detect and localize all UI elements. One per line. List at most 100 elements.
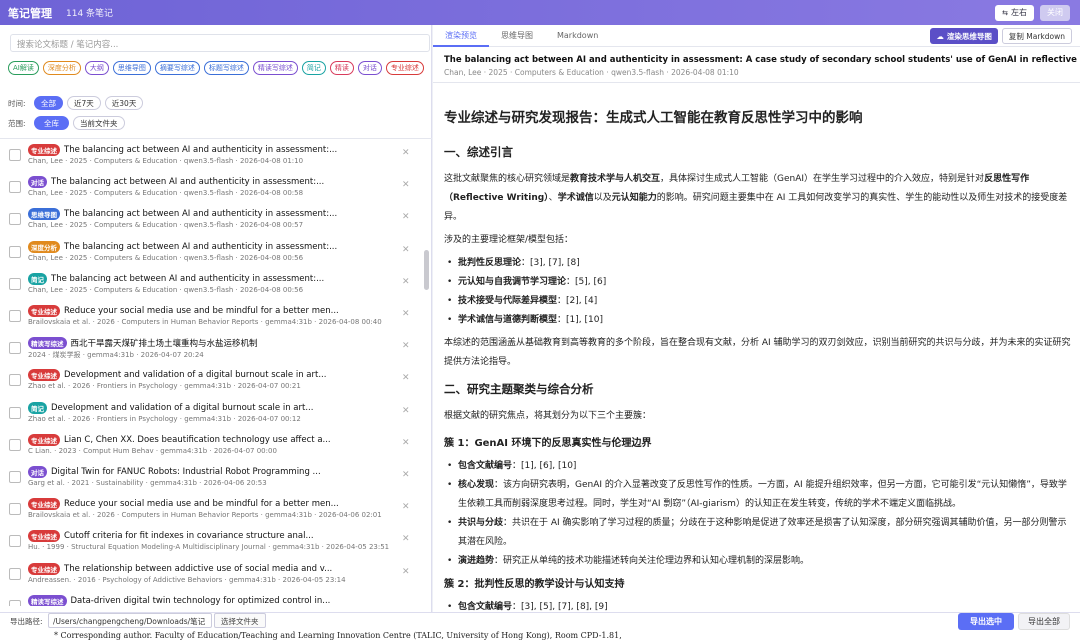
note-checkbox[interactable] — [9, 342, 21, 355]
close-icon[interactable]: ✕ — [402, 406, 410, 416]
tag-filter[interactable]: 精读 — [329, 61, 354, 75]
viewer-scrollbar[interactable] — [1075, 85, 1080, 605]
copy-markdown-button[interactable]: 复制 Markdown — [1001, 28, 1072, 44]
note-row[interactable]: 专业综述 Lian C, Chen XX. Does beautification… — [0, 429, 420, 461]
note-type-badge: 深度分析 — [28, 240, 60, 253]
tag-filter[interactable]: 摘要写综述 — [154, 61, 200, 75]
close-icon[interactable]: ✕ — [402, 341, 410, 351]
app-header: 笔记管理 114 条笔记 ⇆ 左右 关闭 — [0, 0, 1080, 25]
note-checkbox[interactable] — [9, 438, 21, 451]
list-item: 演进趋势：研究正从单纯的技术功能描述转向关注伦理边界和认知心理机制的深层影响。 — [444, 552, 1072, 571]
note-title: Development and validation of a digital … — [51, 402, 314, 413]
tag-filter[interactable]: AI解读 — [8, 61, 39, 75]
note-row[interactable]: 精读写综述 西北干旱露天煤矿排土场土壤重构与水盐运移机制 2024 · 煤炭学报 ·… — [0, 332, 420, 364]
tab-mindmap[interactable]: 思维导图 — [489, 25, 545, 47]
notes-sidebar: 搜索论文标题 / 笔记内容... AI解读 深度分析 大纲 思维导图 摘要写综述 标题写综… — [0, 25, 432, 615]
search-input[interactable]: 搜索论文标题 / 笔记内容... — [10, 34, 430, 52]
layout-toggle-button[interactable]: ⇆ 左右 — [995, 4, 1034, 21]
note-row[interactable]: 专业综述 Reduce your social media use and be … — [0, 493, 420, 525]
note-checkbox[interactable] — [9, 149, 21, 161]
note-title: Data-driven digital twin technology for … — [70, 595, 331, 606]
tag-filter[interactable]: 精读写综述 — [252, 61, 298, 75]
scope-filter-library[interactable]: 全库 — [34, 116, 69, 130]
note-row[interactable]: 思维导图 The balancing act between AI and aut… — [0, 203, 420, 235]
note-viewer: 渲染预览 思维导图 Markdown ☁ 渲染思维导图 复制 Markdown … — [433, 25, 1080, 612]
tag-filter[interactable]: 标题写综述 — [203, 61, 249, 75]
cluster-heading: 簇 2：批判性反思的教学设计与认知支持 — [444, 579, 625, 590]
note-checkbox[interactable] — [9, 599, 21, 606]
close-icon[interactable]: ✕ — [402, 502, 410, 512]
close-icon[interactable]: ✕ — [402, 534, 410, 544]
note-title-line: 专业综述 Reduce your social media use and be … — [28, 305, 339, 317]
note-checkbox[interactable] — [9, 310, 21, 322]
note-checkbox[interactable] — [9, 213, 21, 226]
time-filter: 时间: 全部 近7天 近30天 — [8, 96, 144, 110]
note-row[interactable]: 对话 Digital Twin for FANUC Robots: Industr… — [0, 461, 420, 493]
note-row[interactable]: 简记 The balancing act between AI and authe… — [0, 268, 420, 300]
close-icon[interactable]: ✕ — [402, 245, 410, 255]
note-row[interactable]: 专业综述 Development and validation of a digi… — [0, 364, 420, 396]
note-meta: Chan, Lee · 2025 · Computers & Education… — [28, 253, 304, 262]
close-icon[interactable]: ✕ — [402, 373, 410, 383]
close-icon[interactable]: ✕ — [402, 277, 410, 287]
render-mindmap-button[interactable]: ☁ 渲染思维导图 — [930, 28, 998, 44]
close-icon[interactable]: ✕ — [402, 438, 410, 448]
note-type-badge: 思维导图 — [28, 208, 60, 221]
tag-filter[interactable]: 简记 — [301, 61, 326, 75]
note-row[interactable]: 专业综述 The balancing act between AI and aut… — [0, 139, 420, 171]
choose-folder-button[interactable]: 选择文件夹 — [214, 613, 266, 628]
notes-list-scrollbar[interactable] — [424, 250, 429, 290]
note-row[interactable]: 专业综述 Reduce your social media use and be … — [0, 300, 420, 332]
export-selected-button[interactable]: 导出选中 — [958, 613, 1014, 630]
tag-filter[interactable]: 对话 — [357, 61, 382, 75]
note-checkbox[interactable] — [9, 503, 21, 516]
note-meta: C Lian. · 2023 · Comput Hum Behav · gemm… — [28, 446, 277, 455]
note-title: The balancing act between AI and authent… — [51, 273, 325, 284]
note-row[interactable]: 专业综述 The relationship between addictive u… — [0, 558, 420, 590]
note-checkbox[interactable] — [9, 245, 21, 258]
close-icon[interactable]: ✕ — [402, 180, 410, 190]
note-row[interactable]: 深度分析 The balancing act between AI and aut… — [0, 236, 420, 268]
tab-render-preview[interactable]: 渲染预览 — [433, 25, 489, 47]
close-icon[interactable]: ✕ — [402, 309, 410, 319]
note-title-line: 专业综述 Reduce your social media use and be … — [28, 498, 339, 511]
close-button[interactable]: 关闭 — [1040, 4, 1070, 21]
export-all-button[interactable]: 导出全部 — [1018, 613, 1070, 630]
note-checkbox[interactable] — [9, 277, 21, 290]
note-checkbox[interactable] — [9, 406, 21, 419]
note-title-line: 精读写综述 Data-driven digital twin technology… — [28, 594, 331, 606]
tag-filter[interactable]: 思维导图 — [112, 61, 151, 75]
tag-filter[interactable]: 专业综述 — [385, 61, 424, 75]
note-row[interactable]: 专业综述 Cutoff criteria for fit indexes in c… — [0, 525, 420, 557]
note-checkbox[interactable] — [9, 471, 21, 483]
list-item: 共识与分歧：共识在于 AI 确实影响了学习过程的质量；分歧在于这种影响是促进了效… — [444, 514, 1072, 552]
close-icon[interactable]: ✕ — [402, 567, 410, 577]
note-meta: Zhao et al. · 2026 · Frontiers in Psycho… — [28, 382, 301, 391]
note-row[interactable]: 简记 Development and validation of a digita… — [0, 397, 420, 429]
paragraph: 这批文献聚焦的核心研究领域是教育技术学与人机交互，具体探讨生成式人工智能（Gen… — [444, 174, 1068, 222]
note-row[interactable]: 精读写综述 Data-driven digital twin technology… — [0, 590, 420, 606]
close-icon[interactable]: ✕ — [402, 470, 410, 480]
close-icon[interactable]: ✕ — [402, 212, 410, 222]
tag-filter[interactable]: 深度分析 — [42, 61, 81, 75]
rendered-markdown: 专业综述与研究发现报告：生成式人工智能在教育反思性学习中的影响 一、综述引言 这… — [444, 95, 1072, 612]
list-item: 包含文献编号：[1], [6], [10] — [444, 457, 1072, 476]
close-icon[interactable]: ✕ — [402, 148, 410, 158]
time-filter-7d[interactable]: 近7天 — [67, 96, 101, 110]
note-type-badge: 对话 — [28, 176, 47, 189]
tab-markdown[interactable]: Markdown — [545, 25, 610, 47]
note-title: Cutoff criteria for fit indexes in covar… — [64, 531, 314, 542]
note-meta: Zhao et al. · 2026 · Frontiers in Psycho… — [28, 414, 301, 423]
note-row[interactable]: 对话 The balancing act between AI and authe… — [0, 171, 420, 203]
tag-filter[interactable]: 大纲 — [84, 61, 109, 75]
note-title: Reduce your social media use and be mind… — [64, 499, 339, 510]
note-checkbox[interactable] — [9, 374, 21, 387]
time-filter-30d[interactable]: 近30天 — [104, 96, 144, 110]
note-checkbox[interactable] — [9, 181, 21, 194]
note-checkbox[interactable] — [9, 567, 21, 580]
export-path-field[interactable]: /Users/changpengcheng/Downloads/笔记 — [48, 613, 212, 628]
time-filter-all[interactable]: 全部 — [34, 96, 63, 110]
note-title: The relationship between addictive use o… — [64, 563, 333, 574]
note-checkbox[interactable] — [9, 535, 21, 548]
scope-filter-folder[interactable]: 当前文件夹 — [73, 116, 125, 130]
